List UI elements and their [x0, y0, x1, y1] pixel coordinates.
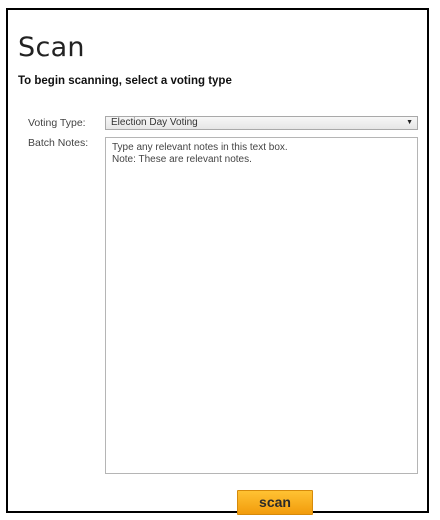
page-subtitle: To begin scanning, select a voting type — [18, 75, 232, 87]
page-title: Scan — [18, 32, 85, 63]
voting-type-label: Voting Type: — [28, 117, 86, 129]
scan-button[interactable]: scan — [237, 490, 313, 515]
dropdown-caret-icon[interactable]: ▼ — [406, 117, 413, 129]
batch-notes-textarea[interactable]: Type any relevant notes in this text box… — [105, 137, 418, 474]
voting-type-value: Election Day Voting — [111, 117, 198, 128]
scan-panel: Scan To begin scanning, select a voting … — [6, 8, 429, 515]
voting-type-select[interactable]: Election Day Voting ▼ — [105, 116, 418, 130]
batch-notes-label: Batch Notes: — [28, 137, 89, 149]
